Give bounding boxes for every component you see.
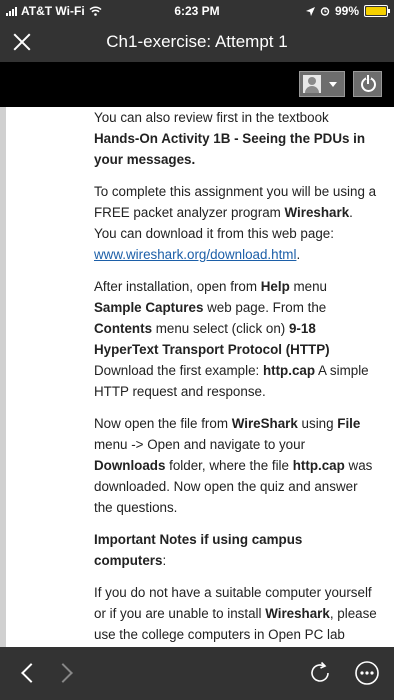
paragraph-open-file: Now open the file from WireShark using F… (94, 416, 373, 515)
more-icon[interactable] (353, 659, 381, 687)
page-title: Ch1-exercise: Attempt 1 (106, 32, 288, 51)
forward-chevron-icon[interactable] (54, 661, 78, 685)
paragraph-installation: After installation, open from Help menu … (94, 279, 369, 399)
refresh-icon[interactable] (306, 659, 334, 687)
back-chevron-icon[interactable] (16, 661, 40, 685)
close-icon[interactable] (10, 30, 34, 54)
paragraph-assignment: To complete this assignment you will be … (94, 184, 377, 262)
location-icon (305, 6, 315, 16)
logout-button[interactable] (353, 71, 382, 97)
status-bar: AT&T Wi-Fi 6:23 PM 99% (0, 0, 394, 22)
left-gutter (0, 107, 6, 647)
paragraph-review: You can also review first in the textboo… (94, 110, 366, 167)
paragraph-campus-computers: If you do not have a suitable computer y… (94, 585, 377, 642)
quiz-toolbar (0, 62, 394, 107)
alarm-icon (320, 7, 330, 16)
battery-icon (364, 5, 390, 17)
user-avatar-icon (303, 75, 321, 93)
paragraph-important-notes: Important Notes if using campus computer… (94, 532, 303, 568)
title-bar: Ch1-exercise: Attempt 1 (0, 22, 394, 62)
battery-percent: 99% (334, 4, 359, 18)
bottom-nav (0, 647, 394, 700)
content-area[interactable]: You can also review first in the textboo… (0, 107, 394, 647)
user-menu-button[interactable] (299, 71, 345, 97)
wireshark-download-link[interactable]: www.wireshark.org/download.html (94, 247, 296, 262)
instructions-text: You can also review first in the textboo… (94, 107, 377, 647)
status-right-group: 99% (305, 4, 390, 18)
caret-down-icon (329, 82, 337, 87)
